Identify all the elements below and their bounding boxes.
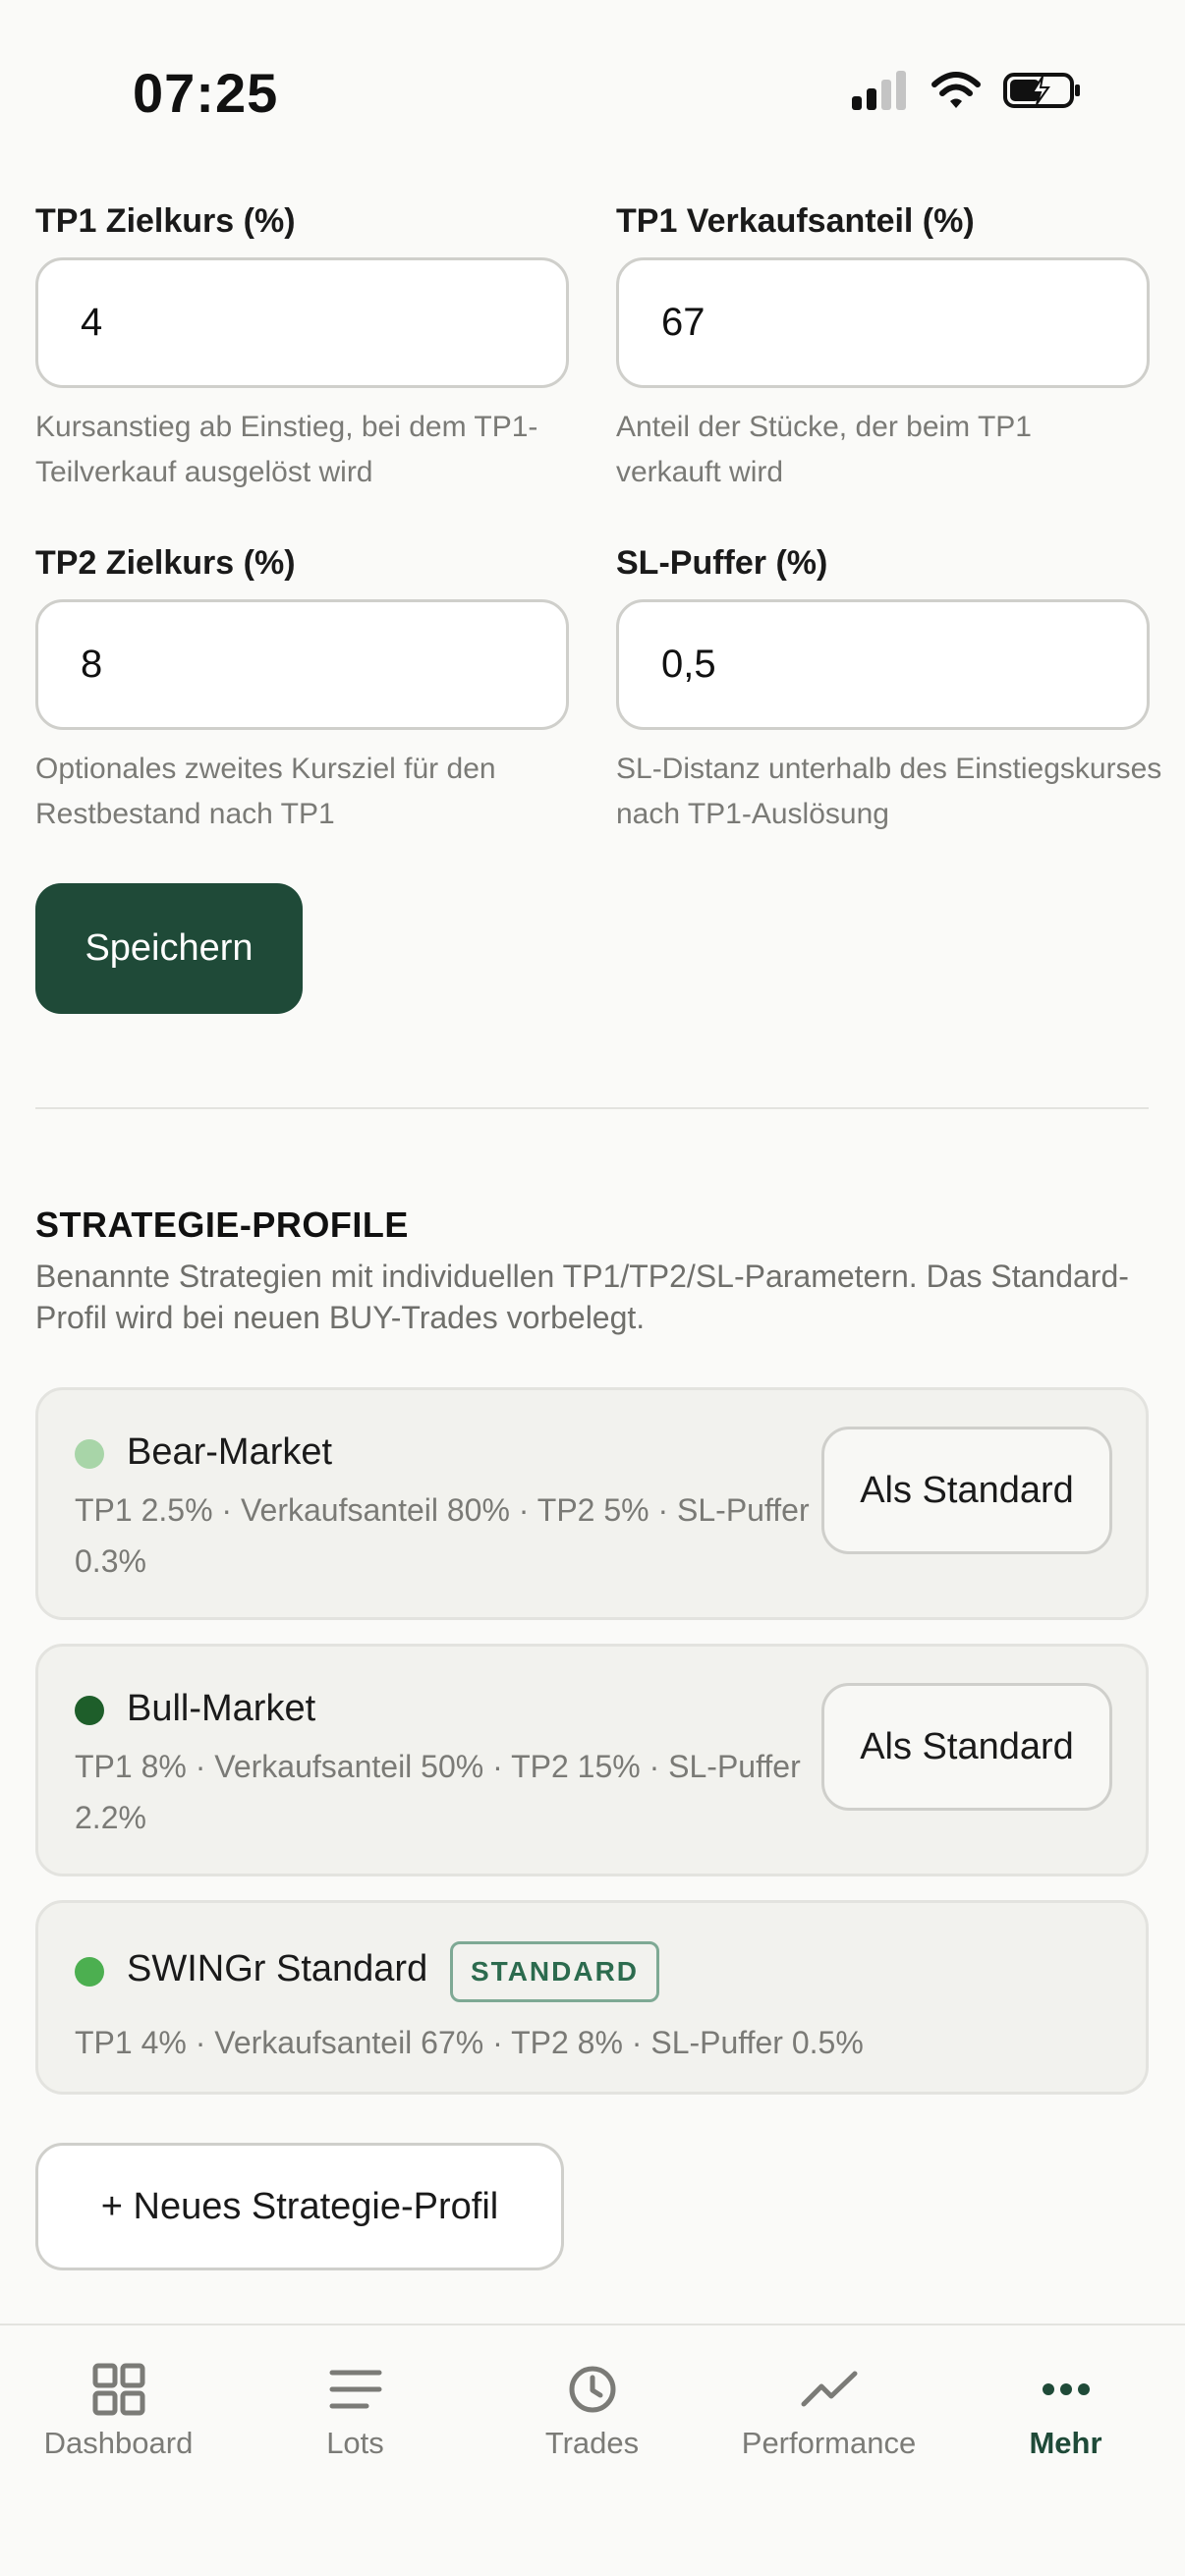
sl-buffer-hint: SL-Distanz unterhalb des Einstiegskurses… — [616, 753, 1162, 830]
grid-icon — [92, 2361, 145, 2418]
tab-label: Lots — [326, 2426, 384, 2460]
tp1-share-input[interactable]: 67 — [616, 257, 1150, 388]
profile-name: SWINGr Standard — [127, 1948, 428, 1989]
tp1-target-hint: Kursanstieg ab Einstieg, bei dem TP1-Tei… — [35, 411, 538, 488]
battery-charging-icon — [1003, 73, 1080, 108]
signal-icon — [852, 71, 906, 110]
wifi-icon — [931, 72, 981, 108]
status-icons — [852, 71, 1082, 110]
tab-mehr[interactable]: Mehr — [947, 2325, 1184, 2483]
list-icon — [329, 2361, 382, 2418]
profile-name: Bull-Market — [127, 1688, 316, 1729]
tp2-target-hint: Optionales zweites Kursziel für den Rest… — [35, 753, 496, 830]
tp1-share-hint: Anteil der Stücke, der beim TP1 verkauft… — [616, 411, 1032, 488]
clock-icon — [568, 2361, 617, 2418]
tab-trades[interactable]: Trades — [474, 2325, 710, 2483]
profile-name: Bear-Market — [127, 1431, 333, 1473]
more-icon — [1042, 2361, 1091, 2418]
profile-card-bear-market: Bear-Market TP1 2.5% · Verkaufsanteil 80… — [35, 1387, 1149, 1620]
save-button[interactable]: Speichern — [35, 883, 303, 1014]
profile-dot — [75, 1957, 104, 1987]
sl-buffer-label: SL-Puffer (%) — [616, 544, 828, 582]
standard-badge: STANDARD — [450, 1941, 660, 2002]
tab-dashboard[interactable]: Dashboard — [0, 2325, 237, 2483]
divider — [35, 1107, 1149, 1109]
tp1-share-label: TP1 Verkaufsanteil (%) — [616, 202, 975, 240]
profile-details: TP1 4% · Verkaufsanteil 67% · TP2 8% · S… — [75, 2025, 864, 2060]
section-description: Benannte Strategien mit individuellen TP… — [35, 1259, 1129, 1335]
tp1-target-input[interactable]: 4 — [35, 257, 569, 388]
tab-bar: Dashboard Lots Trades Performance Mehr — [0, 2324, 1185, 2576]
tab-label: Trades — [544, 2426, 640, 2460]
new-profile-button[interactable]: + Neues Strategie-Profil — [35, 2143, 564, 2270]
profile-dot — [75, 1696, 104, 1725]
profile-card-swingr-standard: SWINGr Standard STANDARD TP1 4% · Verkau… — [35, 1900, 1149, 2095]
tab-label: Mehr — [1029, 2426, 1102, 2460]
tab-performance[interactable]: Performance — [710, 2325, 947, 2483]
profile-dot — [75, 1439, 104, 1469]
trend-icon — [800, 2361, 859, 2418]
profile-details: TP1 2.5% · Verkaufsanteil 80% · TP2 5% ·… — [75, 1492, 810, 1579]
tp2-target-input[interactable]: 8 — [35, 599, 569, 730]
status-bar: 07:25 — [0, 0, 1185, 167]
tp1-target-label: TP1 Zielkurs (%) — [35, 202, 296, 240]
section-title: STRATEGIE-PROFILE — [35, 1204, 409, 1245]
sl-buffer-input[interactable]: 0,5 — [616, 599, 1150, 730]
tab-label: Dashboard — [43, 2426, 194, 2460]
tp2-target-label: TP2 Zielkurs (%) — [35, 544, 296, 582]
profile-details: TP1 8% · Verkaufsanteil 50% · TP2 15% · … — [75, 1749, 801, 1835]
tab-label: Performance — [741, 2426, 917, 2460]
set-standard-button[interactable]: Als Standard — [821, 1683, 1112, 1811]
set-standard-button[interactable]: Als Standard — [821, 1427, 1112, 1554]
status-time: 07:25 — [133, 62, 279, 124]
tab-lots[interactable]: Lots — [237, 2325, 474, 2483]
profile-card-bull-market: Bull-Market TP1 8% · Verkaufsanteil 50% … — [35, 1644, 1149, 1876]
